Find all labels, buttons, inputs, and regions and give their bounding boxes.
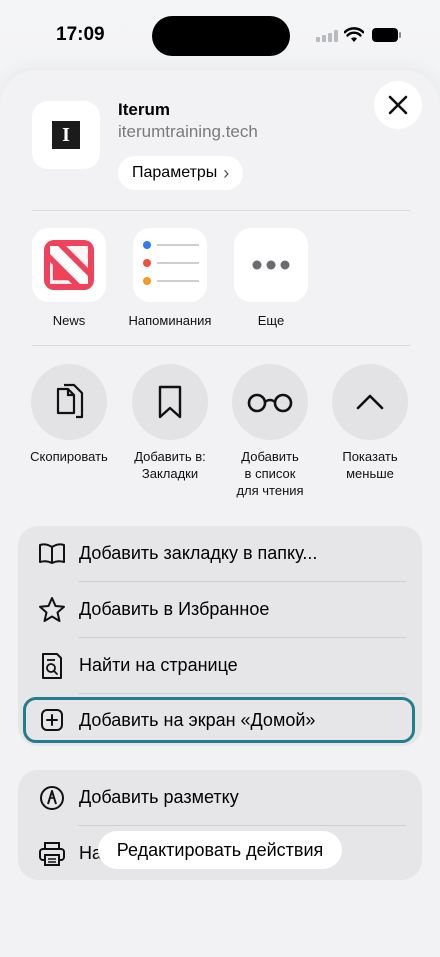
menu-item-add-to-home-screen[interactable]: Добавить на экран «Домой» [23,697,415,743]
book-icon [38,540,66,568]
menu-item-add-bookmark-folder[interactable]: Добавить закладку в папку... [18,526,422,581]
app-label: Напоминания [128,313,212,328]
signal-icon [316,30,342,42]
chevron-up-icon [332,364,408,440]
site-logo: I [52,121,80,149]
site-name: Iterum [118,100,170,119]
battery-icon [372,28,402,43]
star-icon [38,596,66,624]
divider [32,210,410,211]
add-square-icon [38,706,66,734]
menu-item-find-on-page[interactable]: Найти на странице [18,638,422,693]
bookmark-icon [132,364,208,440]
action-label: Добавить в: Закладки [134,449,206,481]
wifi-icon [344,27,364,42]
site-icon: I [32,101,100,169]
app-news[interactable]: News [14,228,124,328]
action-label: Добавить в список для чтения [236,449,304,498]
action-reading-list[interactable]: Добавить в список для чтения [220,364,320,499]
action-copy[interactable]: Скопировать [19,364,119,465]
dynamic-island [152,16,290,56]
markup-icon [38,784,66,812]
app-more[interactable]: Еще [216,228,326,328]
separator [78,693,406,694]
menu-item-label: Найти на странице [79,655,238,675]
app-reminders[interactable]: Напоминания [115,228,225,328]
news-icon [32,228,106,302]
find-in-page-icon [38,652,66,680]
reminders-icon [133,228,207,302]
app-label: News [52,313,86,328]
action-show-less[interactable]: Показать меньше [320,364,420,482]
menu-group-primary: Добавить закладку в папку... Добавить в … [18,526,422,746]
divider [32,345,410,346]
printer-icon [38,840,66,868]
menu-item-label: Добавить в Избранное [79,599,270,619]
close-icon [388,95,408,115]
copy-icon [31,364,107,440]
share-sheet: I Iterum iterumtraining.tech Параметры ›… [0,70,440,957]
action-label: Скопировать [30,449,108,464]
chevron-right-icon: › [223,162,230,183]
options-button[interactable]: Параметры › [118,156,244,190]
edit-actions-button[interactable]: Редактировать действия [98,831,342,869]
menu-item-label: Добавить закладку в папку... [79,543,318,563]
menu-item-markup[interactable]: Добавить разметку [18,770,422,825]
status-time: 17:09 [56,24,105,45]
app-label: Еще [257,313,285,328]
action-label: Показать меньше [342,449,398,481]
menu-item-add-favorites[interactable]: Добавить в Избранное [18,582,422,637]
site-url: iterumtraining.tech [118,122,258,141]
action-bookmark[interactable]: Добавить в: Закладки [120,364,220,482]
more-icon [234,228,308,302]
status-bar: 17:09 [0,0,440,70]
menu-item-label: Добавить на экран «Домой» [79,709,316,730]
menu-item-label: Добавить разметку [79,787,239,807]
close-button[interactable] [374,81,422,129]
glasses-icon [232,364,308,440]
options-label: Параметры [132,164,218,181]
